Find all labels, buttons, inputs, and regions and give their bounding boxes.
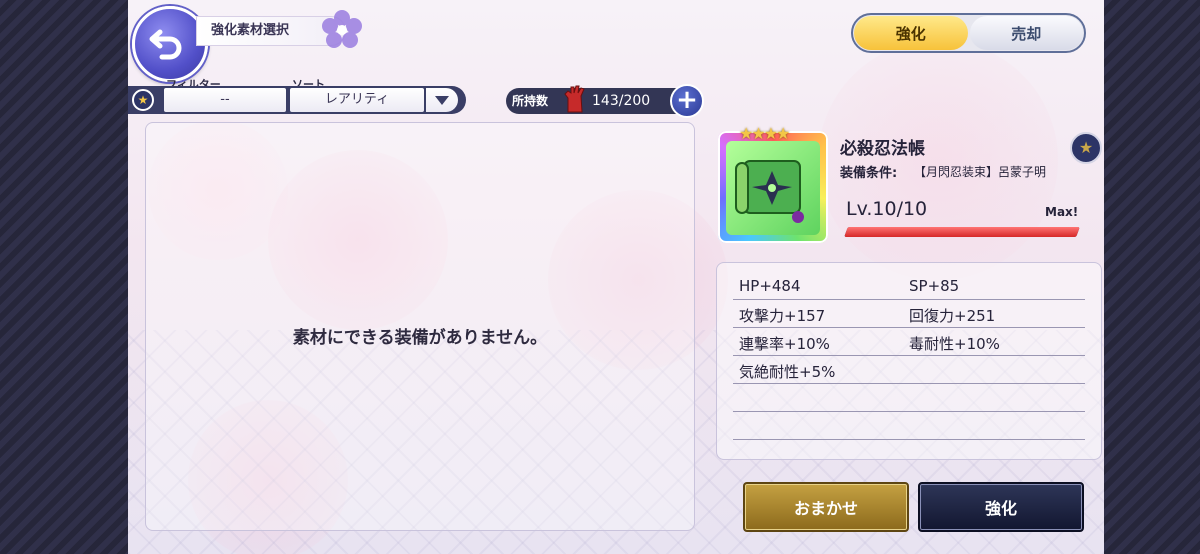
- sakura-decoration: [818, 40, 1058, 280]
- tab-sell[interactable]: 売却: [969, 16, 1083, 50]
- inventory-value: 143/200: [592, 93, 651, 109]
- tab-enhance[interactable]: 強化: [854, 16, 968, 50]
- inventory-count: 所持数 143/200: [506, 85, 684, 114]
- stat-value: SP+85: [909, 277, 960, 295]
- stat-row: HP+484 SP+85: [733, 271, 1085, 300]
- max-label: Max!: [1045, 205, 1079, 219]
- equipment-level: Lv.10/10: [846, 198, 928, 220]
- inventory-label: 所持数: [512, 94, 549, 108]
- sort-order-toggle[interactable]: [426, 88, 458, 112]
- stats-panel: HP+484 SP+85 攻撃力+157 回復力+251 連撃率+10% 毒耐性…: [716, 262, 1102, 460]
- stat-row: 気絶耐性+5%: [733, 355, 1085, 384]
- condition-label: 装備条件:: [840, 166, 898, 181]
- filter-dropdown[interactable]: --: [164, 88, 286, 112]
- auto-select-button[interactable]: おまかせ: [743, 482, 909, 532]
- material-list: 素材にできる装備がありません。: [145, 122, 695, 531]
- star-icon[interactable]: ★: [132, 89, 154, 111]
- back-arrow-icon: [149, 29, 182, 60]
- stat-row: 連撃率+10% 毒耐性+10%: [733, 327, 1085, 356]
- glove-icon: [564, 85, 585, 113]
- stat-value: 毒耐性+10%: [909, 335, 1000, 353]
- level-progress-bar: [844, 227, 1080, 237]
- mode-tabs: 強化 売却: [851, 13, 1086, 53]
- flower-icon: [322, 10, 362, 48]
- star-icon[interactable]: ★: [1070, 132, 1102, 164]
- plus-icon[interactable]: +: [670, 84, 704, 118]
- empty-message: 素材にできる装備がありません。: [292, 328, 548, 348]
- stat-value: 回復力+251: [909, 307, 996, 325]
- scroll-icon: [726, 141, 820, 235]
- stat-row: 攻撃力+157 回復力+251: [733, 299, 1085, 328]
- left-frame: [0, 0, 128, 554]
- stat-value: 連撃率+10%: [739, 335, 830, 353]
- equipment-name: 必殺忍法帳: [840, 139, 925, 159]
- condition-value: 【月閃忍装束】呂蒙子明: [914, 165, 1047, 179]
- equipment-thumbnail: [718, 131, 828, 243]
- sort-dropdown[interactable]: レアリティ: [290, 88, 424, 112]
- stat-value: 攻撃力+157: [739, 307, 826, 325]
- level-progress-fill: [844, 227, 1080, 237]
- stat-value: HP+484: [739, 277, 801, 295]
- stat-row: [733, 411, 1085, 440]
- enhance-button[interactable]: 強化: [918, 482, 1084, 532]
- rarity-stars: ★★★★: [739, 124, 790, 143]
- stat-row: [733, 383, 1085, 412]
- stat-value: 気絶耐性+5%: [739, 363, 836, 381]
- right-frame: [1104, 0, 1200, 554]
